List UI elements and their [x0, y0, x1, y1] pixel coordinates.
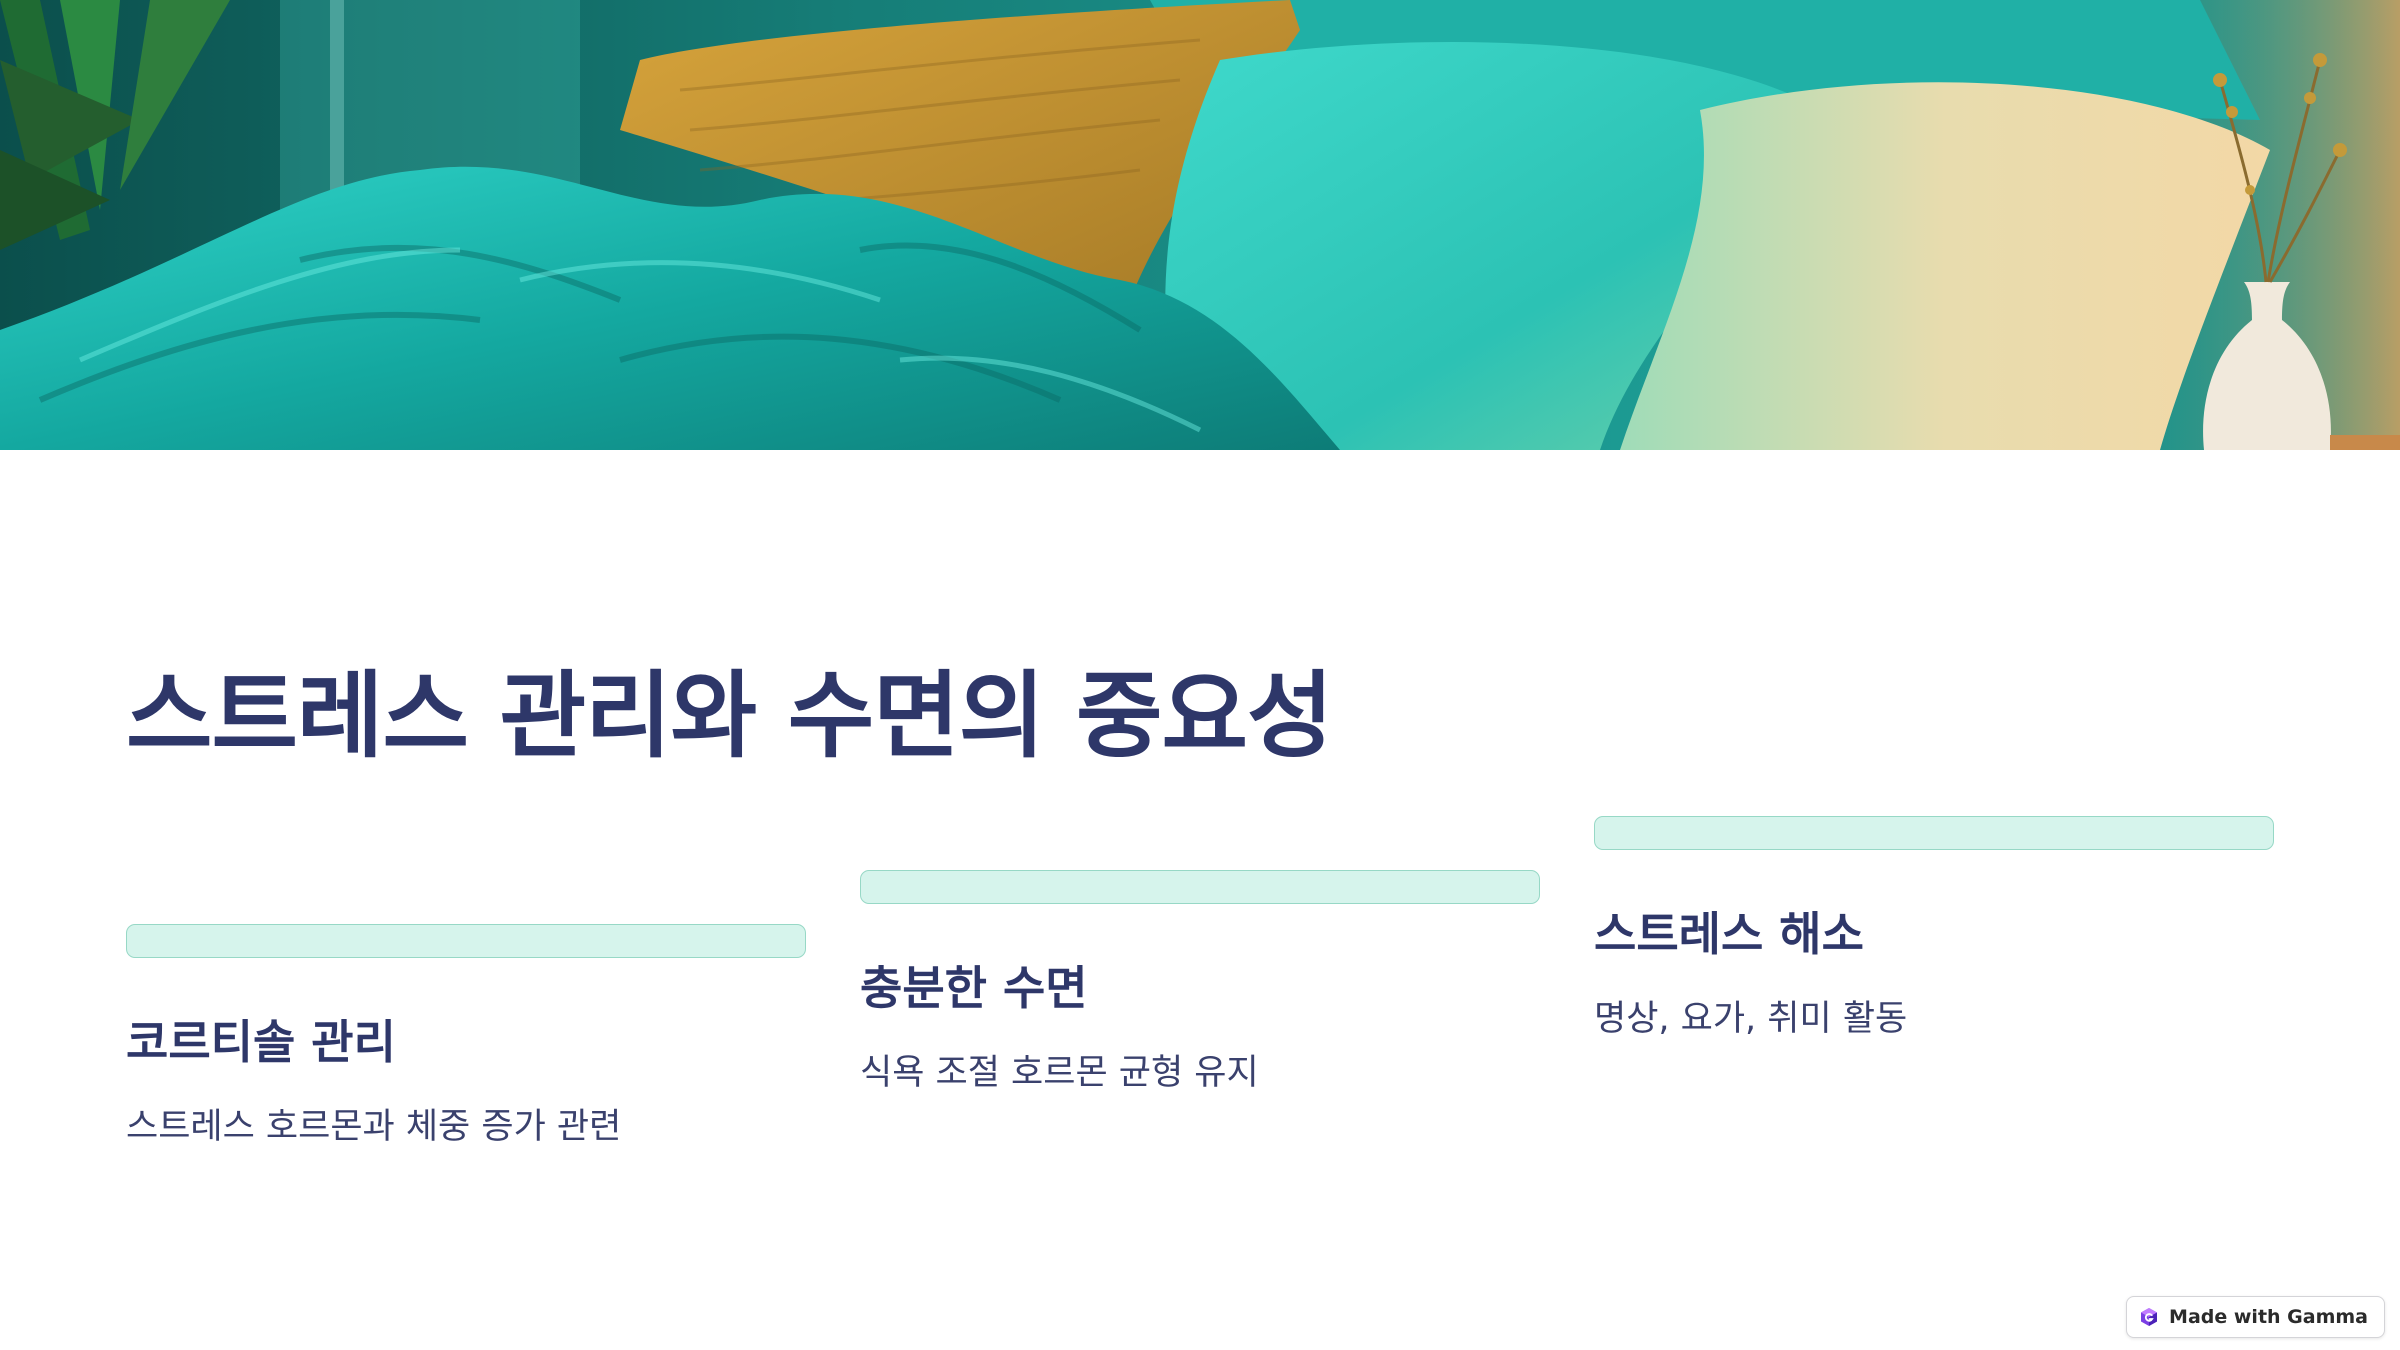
column-stress-relief: 스트레스 해소 명상, 요가, 취미 활동 [1594, 816, 2274, 1041]
column-heading: 코르티솔 관리 [126, 1015, 396, 1069]
bedroom-photo [0, 0, 2400, 450]
hero-image [0, 0, 2400, 450]
column-heading: 스트레스 해소 [1594, 907, 1864, 961]
column-sleep: 충분한 수면 식욕 조절 호르몬 균형 유지 [860, 870, 1540, 1095]
column-description: 스트레스 호르몬과 체중 증가 관련 [126, 1107, 622, 1147]
column-heading: 충분한 수면 [860, 961, 1088, 1015]
accent-bar [126, 924, 806, 958]
accent-bar [860, 870, 1540, 904]
made-with-gamma-button[interactable]: Made with Gamma [2126, 1296, 2385, 1338]
slide: 스트레스 관리와 수면의 중요성 코르티솔 관리 스트레스 호르몬과 체중 증가… [0, 0, 2400, 1350]
slide-title: 스트레스 관리와 수면의 중요성 [126, 662, 1333, 771]
column-cortisol: 코르티솔 관리 스트레스 호르몬과 체중 증가 관련 [126, 924, 806, 1149]
gamma-logo-icon [2141, 1308, 2158, 1326]
badge-label: Made with Gamma [2169, 1306, 2368, 1328]
accent-bar [1594, 816, 2274, 850]
column-description: 식욕 조절 호르몬 균형 유지 [860, 1053, 1259, 1093]
column-description: 명상, 요가, 취미 활동 [1594, 999, 1908, 1039]
